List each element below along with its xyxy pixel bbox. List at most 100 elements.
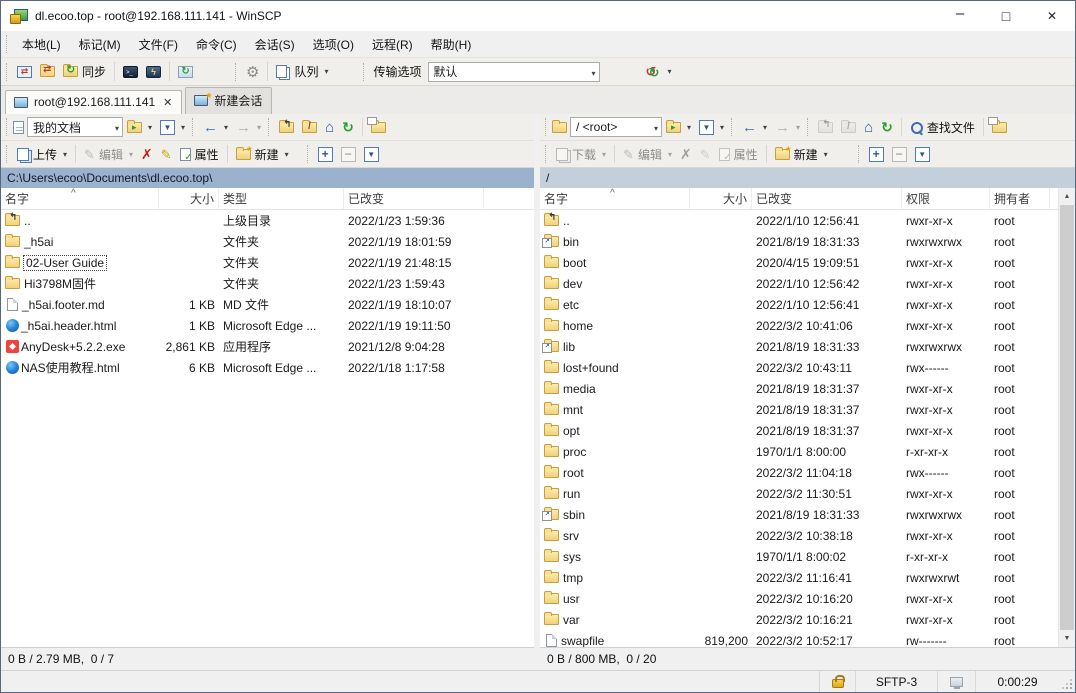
column-header-changed[interactable]: 已改变 xyxy=(752,188,902,209)
file-row[interactable]: ..2022/1/10 12:56:41rwxr-xr-xroot xyxy=(540,210,1058,231)
file-row[interactable]: tmp2022/3/2 11:16:41rwxrwxrwtroot xyxy=(540,567,1058,588)
file-row[interactable]: sys1970/1/1 8:00:02r-xr-xr-xroot xyxy=(540,546,1058,567)
column-header-size[interactable]: 大小 xyxy=(690,188,752,209)
file-row[interactable]: mnt2021/8/19 18:31:37rwxr-xr-xroot xyxy=(540,399,1058,420)
local-selection-filter-button[interactable] xyxy=(360,142,383,166)
upload-button[interactable]: 上传 xyxy=(13,142,71,166)
local-file-list[interactable]: ..上级目录2022/1/23 1:59:36_h5ai文件夹2022/1/19… xyxy=(1,210,534,647)
tab-session-active[interactable]: root@192.168.111.141 ✕ xyxy=(5,90,182,114)
menu-mark[interactable]: 标记(M) xyxy=(70,32,130,57)
resize-grip[interactable] xyxy=(1059,671,1075,692)
maximize-button[interactable] xyxy=(983,1,1029,31)
find-files-button[interactable]: 查找文件 xyxy=(906,115,979,139)
file-row[interactable]: usr2022/3/2 10:16:20rwxr-xr-xroot xyxy=(540,588,1058,609)
transfer-settings-button[interactable] xyxy=(642,60,676,84)
column-header-permissions[interactable]: 权限 xyxy=(902,188,990,209)
remote-rename-button[interactable] xyxy=(696,142,715,166)
queue-button[interactable]: 队列 xyxy=(272,60,332,84)
scrollbar-thumb[interactable] xyxy=(1060,205,1074,630)
menu-session[interactable]: 会话(S) xyxy=(246,32,304,57)
local-parent-dir-button[interactable] xyxy=(275,115,298,139)
toggle-panels-button[interactable] xyxy=(13,60,36,84)
file-row[interactable]: bin2021/8/19 18:31:33rwxrwxrwxroot xyxy=(540,231,1058,252)
remote-parent-dir-button[interactable] xyxy=(814,115,837,139)
menu-help[interactable]: 帮助(H) xyxy=(422,32,481,57)
remote-file-list[interactable]: ..2022/1/10 12:56:41rwxr-xr-xrootbin2021… xyxy=(540,210,1058,647)
menu-remote[interactable]: 远程(R) xyxy=(363,32,422,57)
protocol-segment[interactable]: SFTP-3 xyxy=(855,671,937,692)
local-rename-button[interactable] xyxy=(157,142,176,166)
local-filter-button[interactable] xyxy=(156,115,189,139)
remote-refresh-button[interactable] xyxy=(877,115,897,139)
remote-filter-button[interactable] xyxy=(695,115,728,139)
preferences-button[interactable] xyxy=(242,60,263,84)
remote-open-dir-button[interactable] xyxy=(662,115,695,139)
menu-commands[interactable]: 命令(C) xyxy=(187,32,246,57)
transfer-preset-combo[interactable]: 默认 xyxy=(428,62,600,82)
connection-segment[interactable] xyxy=(937,671,975,692)
file-row[interactable]: AnyDesk+5.2.2.exe2,861 KB应用程序2021/12/8 9… xyxy=(1,336,534,357)
local-new-button[interactable]: 新建 xyxy=(232,142,293,166)
remote-select-button[interactable] xyxy=(865,142,888,166)
local-unselect-button[interactable] xyxy=(337,142,360,166)
remote-edit-button[interactable]: 编辑 xyxy=(619,142,676,166)
file-row[interactable]: dev2022/1/10 12:56:42rwxr-xr-xroot xyxy=(540,273,1058,294)
local-drive-combo[interactable]: 我的文档 xyxy=(27,117,123,137)
file-row[interactable]: root2022/3/2 11:04:18rwx------root xyxy=(540,462,1058,483)
file-row[interactable]: proc1970/1/1 8:00:00r-xr-xr-xroot xyxy=(540,441,1058,462)
remote-forward-button[interactable] xyxy=(771,115,804,139)
file-row[interactable]: ..上级目录2022/1/23 1:59:36 xyxy=(1,210,534,231)
local-refresh-button[interactable] xyxy=(338,115,358,139)
local-path-bar[interactable]: C:\Users\ecoo\Documents\dl.ecoo.top\ xyxy=(1,168,534,188)
synchronize-button[interactable]: 同步 xyxy=(59,60,110,84)
column-header-size[interactable]: 大小 xyxy=(159,188,219,209)
download-button[interactable]: 下载 xyxy=(552,142,610,166)
local-tree-button[interactable] xyxy=(367,115,390,139)
file-row[interactable]: lib2021/8/19 18:31:33rwxrwxrwxroot xyxy=(540,336,1058,357)
open-terminal-button[interactable] xyxy=(119,60,142,84)
close-button[interactable] xyxy=(1029,1,1075,31)
menu-options[interactable]: 选项(O) xyxy=(304,32,363,57)
local-properties-button[interactable]: 属性 xyxy=(176,142,223,166)
local-select-button[interactable] xyxy=(314,142,337,166)
file-row[interactable]: run2022/3/2 11:30:51rwxr-xr-xroot xyxy=(540,483,1058,504)
file-row[interactable]: lost+found2022/3/2 10:43:11rwx------root xyxy=(540,357,1058,378)
refresh-session-button[interactable] xyxy=(174,60,197,84)
scroll-down-icon[interactable] xyxy=(1059,630,1075,647)
remote-back-button[interactable] xyxy=(738,115,771,139)
file-row[interactable]: home2022/3/2 10:41:06rwxr-xr-xroot xyxy=(540,315,1058,336)
file-row[interactable]: etc2022/1/10 12:56:41rwxr-xr-xroot xyxy=(540,294,1058,315)
remote-properties-button[interactable]: 属性 xyxy=(715,142,762,166)
file-row[interactable]: _h5ai.header.html1 KBMicrosoft Edge ...2… xyxy=(1,315,534,336)
column-header-owner[interactable]: 拥有者 xyxy=(990,188,1050,209)
local-back-button[interactable] xyxy=(199,115,232,139)
file-row[interactable]: _h5ai.footer.md1 KBMD 文件2022/1/19 18:10:… xyxy=(1,294,534,315)
open-console-button[interactable] xyxy=(142,60,165,84)
file-row[interactable]: media2021/8/19 18:31:37rwxr-xr-xroot xyxy=(540,378,1058,399)
local-delete-button[interactable] xyxy=(137,142,157,166)
menu-file[interactable]: 文件(F) xyxy=(130,32,187,57)
minimize-button[interactable] xyxy=(937,1,983,31)
file-row[interactable]: opt2021/8/19 18:31:37rwxr-xr-xroot xyxy=(540,420,1058,441)
encryption-segment[interactable] xyxy=(819,671,855,692)
file-row[interactable]: _h5ai文件夹2022/1/19 18:01:59 xyxy=(1,231,534,252)
remote-home-button[interactable] xyxy=(860,115,877,139)
column-header-changed[interactable]: 已改变 xyxy=(344,188,484,209)
file-row[interactable]: boot2020/4/15 19:09:51rwxr-xr-xroot xyxy=(540,252,1058,273)
column-header-name[interactable]: 名字^ xyxy=(1,188,159,209)
synchronize-browsing-button[interactable] xyxy=(36,60,59,84)
menu-local[interactable]: 本地(L) xyxy=(13,32,70,57)
local-home-button[interactable] xyxy=(321,115,338,139)
remote-root-dir-button[interactable] xyxy=(837,115,860,139)
file-row[interactable]: srv2022/3/2 10:38:18rwxr-xr-xroot xyxy=(540,525,1058,546)
file-row[interactable]: var2022/3/2 10:16:21rwxr-xr-xroot xyxy=(540,609,1058,630)
local-open-dir-button[interactable] xyxy=(123,115,156,139)
remote-unselect-button[interactable] xyxy=(888,142,911,166)
file-row[interactable]: Hi3798M固件文件夹2022/1/23 1:59:43 xyxy=(1,273,534,294)
remote-tree-button[interactable] xyxy=(988,115,1011,139)
remote-selection-filter-button[interactable] xyxy=(911,142,934,166)
file-row[interactable]: 02-User Guide文件夹2022/1/19 21:48:15 xyxy=(1,252,534,273)
local-forward-button[interactable] xyxy=(232,115,265,139)
remote-new-button[interactable]: 新建 xyxy=(771,142,832,166)
tab-new-session[interactable]: 新建会话 xyxy=(185,87,272,114)
